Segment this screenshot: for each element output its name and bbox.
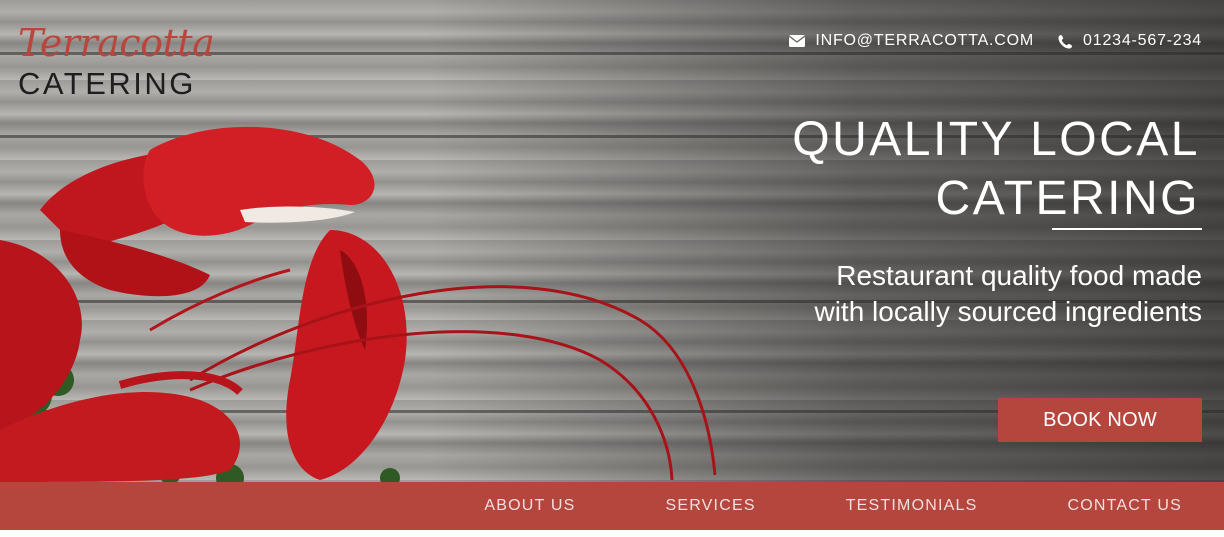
brand-logo[interactable]: Terracotta CATERING: [18, 21, 215, 101]
hero-tagline-line1: Restaurant quality food made: [836, 260, 1202, 291]
hero-headline-line2: CATERING: [935, 172, 1200, 225]
nav-item-about-us[interactable]: ABOUT US: [484, 497, 575, 515]
phone-text: 01234-567-234: [1083, 32, 1202, 49]
hero-headline-line1: QUALITY LOCAL: [792, 113, 1200, 166]
headline-divider: [1052, 228, 1202, 230]
phone-contact[interactable]: 01234-567-234: [1058, 32, 1202, 50]
contact-bar: INFO@TERRACOTTA.COM 01234-567-234: [789, 32, 1202, 50]
nav-item-contact-us[interactable]: CONTACT US: [1067, 497, 1182, 515]
main-navigation: ABOUT US SERVICES TESTIMONIALS CONTACT U…: [0, 482, 1224, 530]
nav-item-services[interactable]: SERVICES: [665, 497, 755, 515]
brand-sub-name: CATERING: [18, 66, 196, 101]
envelope-icon: [789, 35, 806, 47]
phone-icon: [1058, 34, 1073, 49]
hero-tagline: Restaurant quality food made with locall…: [732, 258, 1202, 330]
brand-script-name: Terracotta: [18, 21, 215, 65]
hero-tagline-line2: with locally sourced ingredients: [814, 296, 1202, 327]
hero-headline: QUALITY LOCAL CATERING: [792, 110, 1200, 228]
email-text: INFO@TERRACOTTA.COM: [815, 32, 1035, 49]
nav-list: ABOUT US SERVICES TESTIMONIALS CONTACT U…: [484, 482, 1182, 530]
hero-section: Terracotta CATERING INFO@TERRACOTTA.COM …: [0, 0, 1224, 482]
book-now-button[interactable]: BOOK NOW: [998, 398, 1202, 442]
email-contact[interactable]: INFO@TERRACOTTA.COM: [789, 32, 1034, 50]
nav-item-testimonials[interactable]: TESTIMONIALS: [846, 497, 978, 515]
